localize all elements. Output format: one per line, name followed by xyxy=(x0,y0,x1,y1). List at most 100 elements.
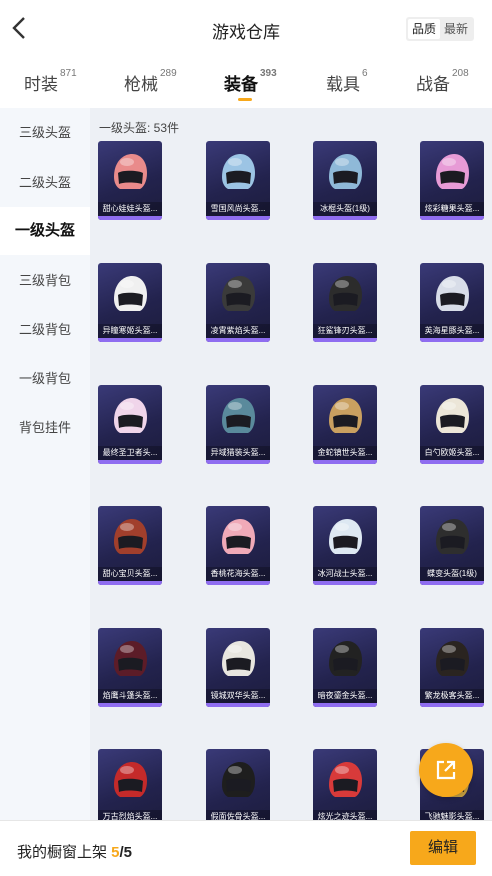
item-name: 金蛇镇世头盔... xyxy=(313,446,377,460)
item-name: 香桃花海头盔... xyxy=(206,567,270,581)
item-card[interactable]: 金蛇镇世头盔... xyxy=(313,385,377,464)
item-name: 万古烈焰头盔... xyxy=(98,810,162,820)
helmet-icon xyxy=(436,154,469,189)
rarity-bar xyxy=(420,703,484,707)
rarity-bar xyxy=(98,216,162,220)
item-name: 繁龙极客头盔... xyxy=(420,689,484,703)
active-tab-underline xyxy=(238,98,252,101)
sidebar-item-level3-backpack[interactable]: 三级背包 xyxy=(0,257,90,305)
item-card[interactable]: 假面佐骨头盔... xyxy=(206,749,270,820)
item-name: 甜心宝贝头盔... xyxy=(98,567,162,581)
tab-fashion[interactable]: 时装871 xyxy=(24,68,77,95)
sidebar-item-backpack-pendant[interactable]: 背包挂件 xyxy=(0,404,90,452)
tab-guns[interactable]: 枪械289 xyxy=(124,68,177,95)
item-name: 冰棍头盔(1级) xyxy=(313,202,377,216)
helmet-icon xyxy=(222,641,255,676)
rarity-bar xyxy=(98,460,162,464)
helmet-icon xyxy=(114,276,147,311)
rarity-bar xyxy=(206,338,270,342)
tab-label: 战备 xyxy=(416,75,450,94)
tab-vehicles[interactable]: 载具6 xyxy=(326,68,368,95)
helmet-icon xyxy=(222,398,255,433)
item-name: 白勺欧姬头盔... xyxy=(420,446,484,460)
item-card[interactable]: 异域猎装头盔... xyxy=(206,385,270,464)
helmet-icon xyxy=(114,641,147,676)
item-name: 炫彩糖果头盔... xyxy=(420,202,484,216)
item-card[interactable]: 最终圣卫者头... xyxy=(98,385,162,464)
item-card[interactable]: 繁龙极客头盔... xyxy=(420,628,484,707)
item-card[interactable]: 冰河战士头盔... xyxy=(313,506,377,585)
item-card[interactable]: 香桃花海头盔... xyxy=(206,506,270,585)
rarity-bar xyxy=(420,216,484,220)
tab-count: 208 xyxy=(452,68,469,79)
showcase-current: 5 xyxy=(111,844,120,861)
sort-newest-option[interactable]: 最新 xyxy=(440,19,472,39)
item-name: 蝶变头盔(1级) xyxy=(420,567,484,581)
rarity-bar xyxy=(206,460,270,464)
item-card[interactable]: 英海星豚头盔... xyxy=(420,263,484,342)
showcase-bar: 我的橱窗上架 5/5 编辑 xyxy=(0,820,492,876)
item-name: 最终圣卫者头... xyxy=(98,446,162,460)
item-name: 冰河战士头盔... xyxy=(313,567,377,581)
helmet-icon xyxy=(222,154,255,189)
rarity-bar xyxy=(313,581,377,585)
helmet-icon xyxy=(222,762,255,797)
edit-button[interactable]: 编辑 xyxy=(410,831,476,865)
sidebar-item-level2-backpack[interactable]: 二级背包 xyxy=(0,306,90,354)
rarity-bar xyxy=(98,581,162,585)
showcase-total: /5 xyxy=(119,844,133,861)
helmet-icon xyxy=(329,762,362,797)
item-name: 炫光之迹头盔... xyxy=(313,810,377,820)
sort-quality-option[interactable]: 品质 xyxy=(407,19,440,39)
rarity-bar xyxy=(313,460,377,464)
tab-combat-supplies[interactable]: 战备208 xyxy=(416,68,469,95)
item-card[interactable]: 暗夜鎏金头盔... xyxy=(313,628,377,707)
item-card[interactable]: 狂鲨锋刃头盔... xyxy=(313,263,377,342)
item-card[interactable]: 凌霄紫焰头盔... xyxy=(206,263,270,342)
showcase-label: 我的橱窗上架 xyxy=(17,844,112,861)
helmet-icon xyxy=(222,519,255,554)
sidebar-item-level3-helmet[interactable]: 三级头盔 xyxy=(0,109,90,157)
rarity-bar xyxy=(313,216,377,220)
tab-label: 时装 xyxy=(24,75,58,94)
item-card[interactable]: 异瞳寒姬头盔... xyxy=(98,263,162,342)
tab-equipment[interactable]: 装备393 xyxy=(224,68,277,101)
tab-label: 枪械 xyxy=(124,75,158,94)
helmet-icon xyxy=(329,276,362,311)
item-card[interactable]: 冰棍头盔(1级) xyxy=(313,141,377,220)
item-name: 飞驰魅影头盔... xyxy=(420,810,484,820)
item-name: 焰鹰斗篷头盔... xyxy=(98,689,162,703)
item-card[interactable]: 蝶变头盔(1级) xyxy=(420,506,484,585)
item-name: 英海星豚头盔... xyxy=(420,324,484,338)
rarity-bar xyxy=(420,581,484,585)
rarity-bar xyxy=(420,338,484,342)
helmet-icon xyxy=(329,641,362,676)
helmet-icon xyxy=(114,762,147,797)
item-card[interactable]: 炫光之迹头盔... xyxy=(313,749,377,820)
sidebar-item-level2-helmet[interactable]: 二级头盔 xyxy=(0,159,90,207)
item-card[interactable]: 镜城双华头盔... xyxy=(206,628,270,707)
item-card[interactable]: 万古烈焰头盔... xyxy=(98,749,162,820)
helmet-icon xyxy=(436,276,469,311)
helmet-icon xyxy=(114,154,147,189)
category-count-label: 一级头盔: 53件 xyxy=(99,119,179,136)
item-card[interactable]: 焰鹰斗篷头盔... xyxy=(98,628,162,707)
top-bar: 游戏仓库 品质 最新 xyxy=(0,0,492,58)
item-card[interactable]: 甜心宝贝头盔... xyxy=(98,506,162,585)
share-button[interactable] xyxy=(419,743,473,797)
item-card[interactable]: 白勺欧姬头盔... xyxy=(420,385,484,464)
item-name: 狂鲨锋刃头盔... xyxy=(313,324,377,338)
sidebar-item-level1-helmet[interactable]: 一级头盔 xyxy=(0,207,90,255)
rarity-bar xyxy=(313,338,377,342)
category-label: 一级头盔: xyxy=(99,121,154,135)
item-name: 甜心娃娃头盔... xyxy=(98,202,162,216)
category-tabs: 时装871 枪械289 装备393 载具6 战备208 xyxy=(0,62,492,106)
tab-count: 289 xyxy=(160,68,177,79)
helmet-icon xyxy=(329,398,362,433)
item-card[interactable]: 甜心娃娃头盔... xyxy=(98,141,162,220)
sidebar-item-level1-backpack[interactable]: 一级背包 xyxy=(0,355,90,403)
item-name: 雪国风尚头盔... xyxy=(206,202,270,216)
item-card[interactable]: 炫彩糖果头盔... xyxy=(420,141,484,220)
item-card[interactable]: 雪国风尚头盔... xyxy=(206,141,270,220)
item-name: 镜城双华头盔... xyxy=(206,689,270,703)
